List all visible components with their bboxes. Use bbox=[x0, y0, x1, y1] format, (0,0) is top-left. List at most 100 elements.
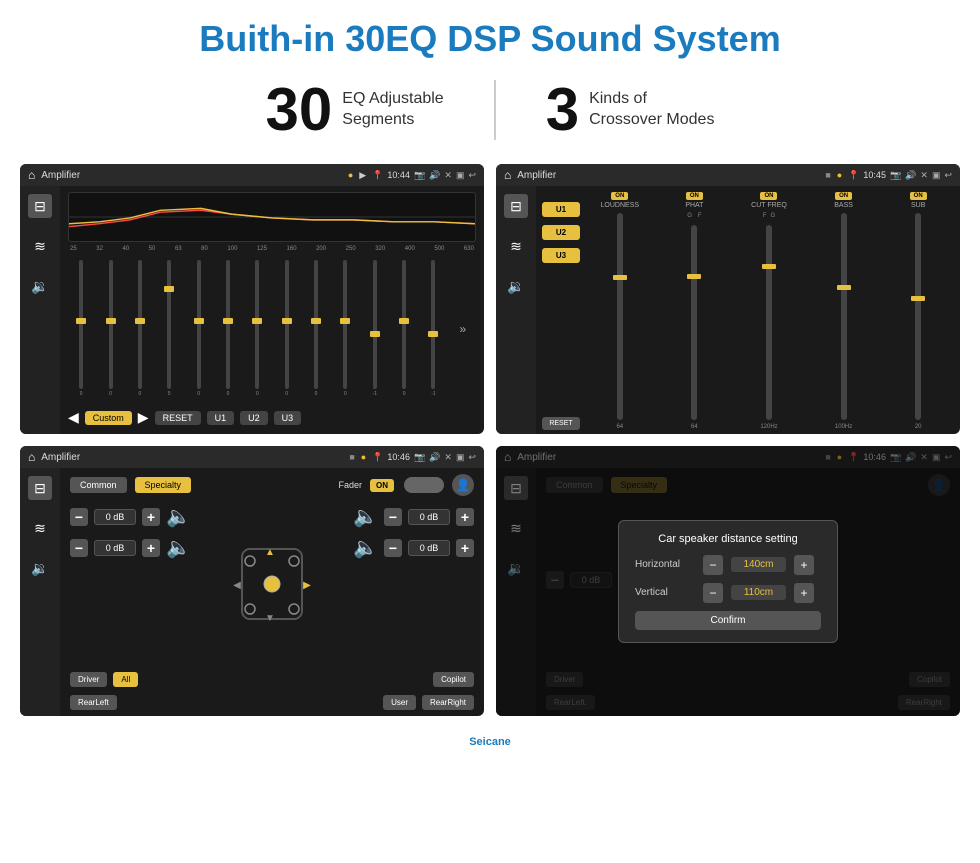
common-tab-3[interactable]: Common bbox=[70, 477, 127, 493]
horizontal-plus[interactable]: + bbox=[794, 555, 814, 575]
sp-val-2: 0 dB bbox=[94, 540, 136, 556]
vertical-minus[interactable]: − bbox=[703, 583, 723, 603]
eq-slider-9[interactable]: 0 bbox=[303, 260, 329, 397]
eq-bottom: ◀ Custom ▶ RESET U1 U2 U3 bbox=[68, 405, 476, 428]
topbar-1-time: 10:44 bbox=[387, 170, 410, 180]
fader-slider[interactable] bbox=[404, 477, 444, 493]
eq-slider-11[interactable]: -1 bbox=[362, 260, 388, 397]
eq-slider-6[interactable]: 0 bbox=[215, 260, 241, 397]
topbar-2-time: 10:45 bbox=[863, 170, 886, 180]
horizontal-value: 140cm bbox=[731, 557, 786, 572]
user-btn[interactable]: User bbox=[383, 695, 416, 710]
screen-3-content: ⊟ ≋ 🔉 Common Specialty Fader ON 👤 bbox=[20, 468, 484, 716]
bass-on[interactable]: ON bbox=[835, 192, 852, 200]
wave-icon-3[interactable]: ≋ bbox=[28, 516, 52, 540]
custom-btn[interactable]: Custom bbox=[85, 411, 132, 425]
dot-icon-3: ● bbox=[361, 452, 366, 462]
page-title: Buith-in 30EQ DSP Sound System bbox=[0, 0, 980, 70]
horizontal-minus[interactable]: − bbox=[703, 555, 723, 575]
eq-icon-2[interactable]: ⊟ bbox=[504, 194, 528, 218]
u1-button[interactable]: U1 bbox=[542, 202, 580, 217]
home-icon-2[interactable]: ⌂ bbox=[504, 168, 511, 182]
eq-slider-7[interactable]: 0 bbox=[244, 260, 270, 397]
eq-slider-10[interactable]: 0 bbox=[332, 260, 358, 397]
screen-3-sidebar: ⊟ ≋ 🔉 bbox=[20, 468, 60, 716]
loudness-on[interactable]: ON bbox=[611, 192, 628, 200]
cutfreq-on[interactable]: ON bbox=[760, 192, 777, 200]
eq-slider-3[interactable]: 0 bbox=[127, 260, 153, 397]
location-icon: 📍 bbox=[372, 170, 383, 181]
stat-crossover: 3 Kinds of Crossover Modes bbox=[496, 80, 765, 140]
distance-dialog-overlay: Car speaker distance setting Horizontal … bbox=[496, 446, 960, 716]
reset-btn-1[interactable]: RESET bbox=[155, 411, 201, 425]
sp-minus-3[interactable]: − bbox=[384, 508, 402, 526]
u2-button[interactable]: U2 bbox=[542, 225, 580, 240]
record-icon-3: ■ bbox=[349, 452, 354, 462]
rearright-btn[interactable]: RearRight bbox=[422, 695, 474, 710]
eq-slider-1[interactable]: 0 bbox=[68, 260, 94, 397]
reset-btn-2[interactable]: RESET bbox=[542, 417, 580, 430]
horizontal-label: Horizontal bbox=[635, 559, 695, 570]
screen-eq: ⌂ Amplifier ● ▶ 📍 10:44 📷 🔊 ✕ ▣ ↩ ⊟ ≋ 🔉 bbox=[20, 164, 484, 434]
home-icon[interactable]: ⌂ bbox=[28, 168, 35, 182]
eq-slider-8[interactable]: 0 bbox=[274, 260, 300, 397]
u1-btn[interactable]: U1 bbox=[207, 411, 235, 425]
copilot-btn[interactable]: Copilot bbox=[433, 672, 474, 687]
stat-eq-label2: Segments bbox=[342, 110, 443, 131]
bass-label: BASS bbox=[834, 202, 853, 209]
prev-icon[interactable]: ◀ bbox=[68, 409, 79, 426]
eq-slider-4[interactable]: 5 bbox=[156, 260, 182, 397]
all-btn[interactable]: All bbox=[113, 672, 138, 687]
vertical-plus[interactable]: + bbox=[794, 583, 814, 603]
freq-50: 50 bbox=[149, 246, 156, 252]
eq-icon-3[interactable]: ⊟ bbox=[28, 476, 52, 500]
wave-icon-2[interactable]: ≋ bbox=[504, 234, 528, 258]
speaker-row-3: 🔈 − 0 dB + bbox=[353, 504, 474, 529]
volume-down-icon-3[interactable]: 🔉 bbox=[28, 556, 52, 580]
topbar-3-icons: 📍 10:46 📷 🔊 ✕ ▣ ↩ bbox=[372, 452, 476, 463]
location-icon-2: 📍 bbox=[848, 170, 859, 181]
sp-minus-1[interactable]: − bbox=[70, 508, 88, 526]
phat-on[interactable]: ON bbox=[686, 192, 703, 200]
freq-160: 160 bbox=[287, 246, 297, 252]
camera-icon-2: 📷 bbox=[890, 170, 901, 181]
sp-minus-4[interactable]: − bbox=[384, 539, 402, 557]
sub-on[interactable]: ON bbox=[910, 192, 927, 200]
speaker-icon-3: 🔈 bbox=[353, 504, 378, 529]
rearleft-btn[interactable]: RearLeft bbox=[70, 695, 117, 710]
confirm-button[interactable]: Confirm bbox=[635, 611, 821, 630]
volume-down-icon[interactable]: 🔉 bbox=[28, 274, 52, 298]
next-icon[interactable]: ▶ bbox=[138, 409, 149, 426]
eq-slider-13[interactable]: -1 bbox=[420, 260, 446, 397]
back-icon-3[interactable]: ↩ bbox=[468, 452, 476, 463]
eq-slider-2[interactable]: 0 bbox=[97, 260, 123, 397]
u2-btn[interactable]: U2 bbox=[240, 411, 268, 425]
u3-button[interactable]: U3 bbox=[542, 248, 580, 263]
eq-slider-5[interactable]: 0 bbox=[185, 260, 211, 397]
topbar-3-time: 10:46 bbox=[387, 452, 410, 462]
u3-btn[interactable]: U3 bbox=[274, 411, 302, 425]
bass-channel: ON BASS 100Hz bbox=[808, 192, 880, 430]
fader-main: Common Specialty Fader ON 👤 − 0 dB + bbox=[60, 468, 484, 716]
home-icon-3[interactable]: ⌂ bbox=[28, 450, 35, 464]
sp-plus-2[interactable]: + bbox=[142, 539, 160, 557]
driver-btn[interactable]: Driver bbox=[70, 672, 107, 687]
sub-label: SUB bbox=[911, 202, 925, 209]
screen-crossover: ⌂ Amplifier ■ ● 📍 10:45 📷 🔊 ✕ ▣ ↩ ⊟ ≋ 🔉 bbox=[496, 164, 960, 434]
back-icon-2[interactable]: ↩ bbox=[944, 170, 952, 181]
wave-icon[interactable]: ≋ bbox=[28, 234, 52, 258]
sp-plus-1[interactable]: + bbox=[142, 508, 160, 526]
sp-minus-2[interactable]: − bbox=[70, 539, 88, 557]
sp-plus-3[interactable]: + bbox=[456, 508, 474, 526]
freq-200: 200 bbox=[316, 246, 326, 252]
eq-icon[interactable]: ⊟ bbox=[28, 194, 52, 218]
fader-toggle[interactable]: ON bbox=[370, 479, 394, 492]
avatar-icon-3[interactable]: 👤 bbox=[452, 474, 474, 496]
eq-slider-12[interactable]: 0 bbox=[391, 260, 417, 397]
back-icon[interactable]: ↩ bbox=[468, 170, 476, 181]
freq-32: 32 bbox=[96, 246, 103, 252]
sp-plus-4[interactable]: + bbox=[456, 539, 474, 557]
volume-down-icon-2[interactable]: 🔉 bbox=[504, 274, 528, 298]
topbar-1-icons: 📍 10:44 📷 🔊 ✕ ▣ ↩ bbox=[372, 170, 476, 181]
specialty-tab-3[interactable]: Specialty bbox=[135, 477, 192, 493]
